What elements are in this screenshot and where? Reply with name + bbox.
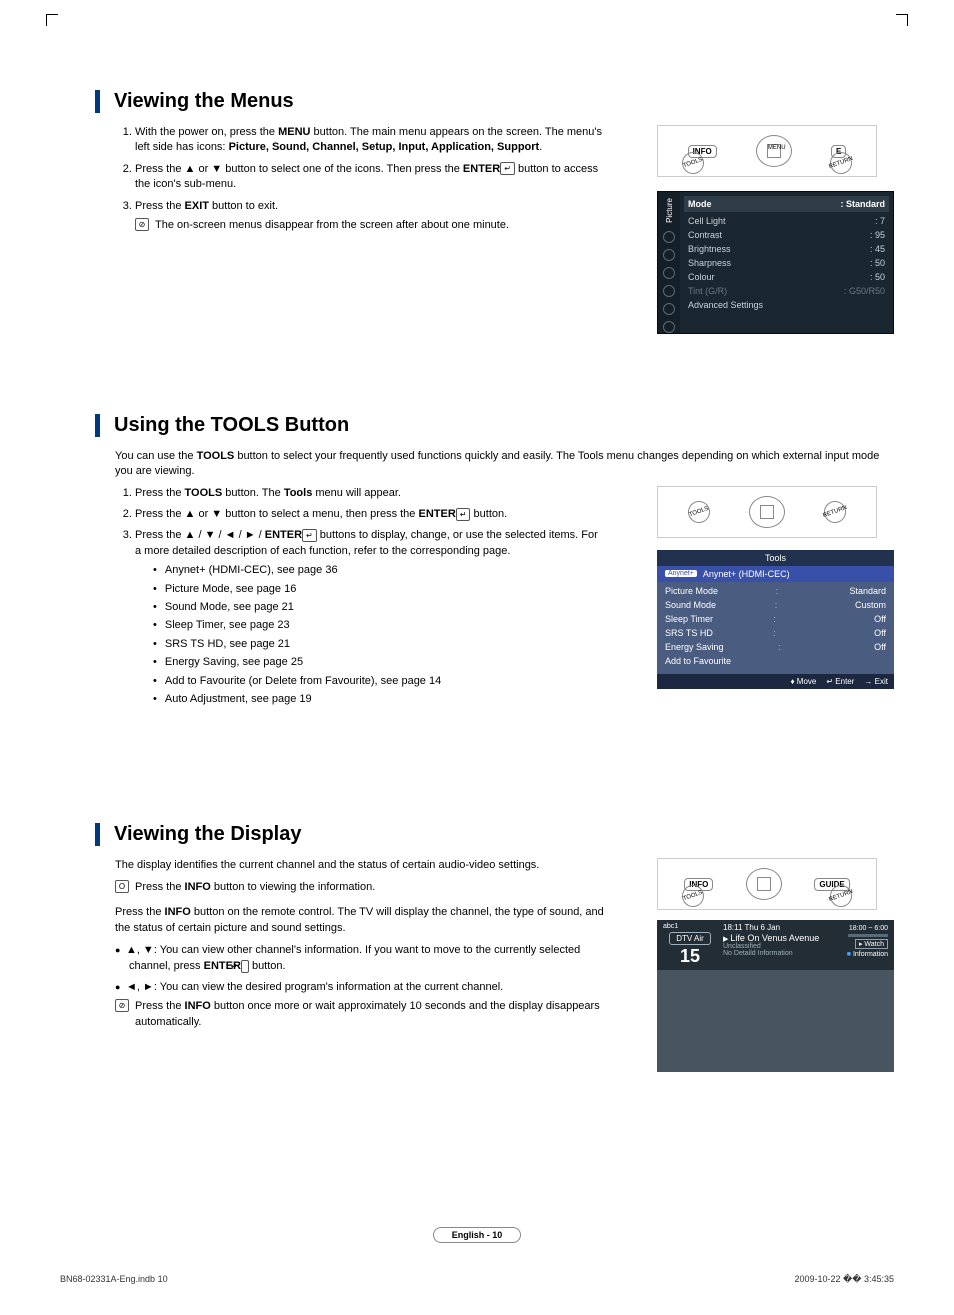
page-number-pill: English - 10 <box>433 1227 522 1243</box>
doc-timestamp: 2009-10-22 �� 3:45:35 <box>794 1274 894 1285</box>
action-icon: O <box>115 880 129 893</box>
picture-menu-row: Contrast: 95 <box>688 228 885 242</box>
info-watch-btn: ▸ Watch <box>855 939 888 949</box>
osd-tab-icon <box>663 303 675 315</box>
heading-display: Viewing the Display <box>114 823 894 846</box>
remote-dirpad <box>746 868 782 900</box>
section-viewing-display: Viewing the Display The display identifi… <box>95 823 894 1072</box>
info-program: Life On Venus Avenue <box>723 933 824 943</box>
info-ch-num: 15 <box>680 946 700 967</box>
s3-bullet1: ▲, ▼: You can view other channel's infor… <box>115 942 605 975</box>
picture-menu-row: Mode: Standard <box>684 196 889 212</box>
picture-menu-row: Advanced Settings <box>688 298 885 312</box>
remote-diagram-3: INFO GUIDE TOOLS RETURN <box>657 858 877 910</box>
tools-osd-menu: Tools Anynet+Anynet+ (HDMI-CEC) Picture … <box>657 550 894 689</box>
picture-tab-label: Picture <box>665 196 674 225</box>
s1-note: The on-screen menus disappear from the s… <box>155 218 509 233</box>
s3-note1: Press the INFO button to viewing the inf… <box>135 880 375 895</box>
s2-step2: Press the ▲ or ▼ button to select a menu… <box>135 507 605 522</box>
tools-menu-row: Energy Saving:Off <box>665 640 886 654</box>
info-ch-name: abc1 <box>663 923 678 930</box>
footer-exit: → Exit <box>864 677 888 686</box>
info-time-range: 18:00 ~ 6:00 <box>849 925 888 932</box>
info-osd-display: abc1 DTV Air 15 18:11 Thu 6 Jan Life On … <box>657 920 894 1072</box>
tools-bullet: Add to Favourite (or Delete from Favouri… <box>153 674 605 689</box>
footer-move: ♦ Move <box>790 677 816 686</box>
osd-tab-icon <box>663 285 675 297</box>
s1-step2: Press the ▲ or ▼ button to select one of… <box>135 162 605 193</box>
crop-mark-tl <box>46 14 58 26</box>
tools-bullet: Anynet+ (HDMI-CEC), see page 36 <box>153 563 605 578</box>
s1-step3: Press the EXIT button to exit. ⊘ The on-… <box>135 199 605 234</box>
s2-intro: You can use the TOOLS button to select y… <box>115 449 894 480</box>
enter-icon: ↵ <box>500 162 515 175</box>
s3-intro: The display identifies the current chann… <box>115 858 605 873</box>
heading-viewing-menus: Viewing the Menus <box>114 90 894 113</box>
picture-menu-row: Cell Light: 7 <box>688 214 885 228</box>
note-icon: ⊘ <box>135 218 149 231</box>
picture-menu-row: Brightness: 45 <box>688 242 885 256</box>
remote-diagram-1: INFO MENU E TOOLS RETURN <box>657 125 877 177</box>
tools-bullet: Sleep Timer, see page 23 <box>153 618 605 633</box>
tools-menu-row: Sound Mode:Custom <box>665 598 886 612</box>
tools-bullet: SRS TS HD, see page 21 <box>153 637 605 652</box>
tools-bullet: Auto Adjustment, see page 19 <box>153 692 605 707</box>
tools-menu-row: Add to Favourite <box>665 654 886 668</box>
enter-icon: ↵ <box>241 960 249 973</box>
tools-menu-row: Sleep Timer:Off <box>665 612 886 626</box>
tools-bullet: Energy Saving, see page 25 <box>153 655 605 670</box>
enter-icon: ↵ <box>302 529 317 542</box>
picture-osd-menu: Picture Mode: Standard Cell Light: 7Contr… <box>657 191 894 334</box>
enter-icon: ↵ <box>456 508 471 521</box>
tools-menu-row: Picture Mode:Standard <box>665 584 886 598</box>
remote-dirpad <box>749 496 785 528</box>
tools-menu-row: SRS TS HD:Off <box>665 626 886 640</box>
tools-bullet: Picture Mode, see page 16 <box>153 582 605 597</box>
tools-menu-title: Tools <box>657 550 894 566</box>
info-sub2: No Detaild Information <box>723 950 824 957</box>
info-datetime: 18:11 Thu 6 Jan <box>723 923 824 932</box>
s2-step3: Press the ▲ / ▼ / ◄ / ► / ENTER↵ buttons… <box>135 528 605 707</box>
heading-tools: Using the TOOLS Button <box>114 414 894 437</box>
section-tools-button: Using the TOOLS Button You can use the T… <box>95 414 894 713</box>
remote-diagram-2: TOOLS RETURN <box>657 486 877 538</box>
doc-ref: BN68-02331A-Eng.indb 10 <box>60 1274 168 1285</box>
osd-tab-icon <box>663 321 675 333</box>
remote-return-btn: RETURN <box>821 498 849 526</box>
picture-menu-row: Tint (G/R): G50/R50 <box>688 284 885 298</box>
s2-step1: Press the TOOLS button. The Tools menu w… <box>135 486 605 501</box>
s3-note2: Press the INFO button once more or wait … <box>135 999 605 1030</box>
remote-tools-btn: TOOLS <box>685 498 713 526</box>
picture-menu-row: Sharpness: 50 <box>688 256 885 270</box>
remote-dirpad: MENU <box>756 135 792 167</box>
osd-tab-icon <box>663 249 675 261</box>
osd-tab-icon <box>663 231 675 243</box>
s1-step1: With the power on, press the MENU button… <box>135 125 605 156</box>
s3-para: Press the INFO button on the remote cont… <box>115 905 605 936</box>
s3-bullet2: ◄, ►: You can view the desired program's… <box>115 979 605 996</box>
info-sub1: Unclassified <box>723 943 824 950</box>
info-information-label: ■ Information <box>847 951 888 958</box>
tools-menu-footer: ♦ Move ↵ Enter → Exit <box>657 674 894 689</box>
picture-menu-row: Colour: 50 <box>688 270 885 284</box>
note-icon: ⊘ <box>115 999 129 1012</box>
tools-bullet: Sound Mode, see page 21 <box>153 600 605 615</box>
tools-menu-highlight: Anynet+Anynet+ (HDMI-CEC) <box>657 566 894 582</box>
section-viewing-menus: Viewing the Menus With the power on, pre… <box>95 90 894 334</box>
info-progress-bar <box>848 934 888 937</box>
info-ch-type: DTV Air <box>669 932 711 945</box>
osd-tab-icon <box>663 267 675 279</box>
footer-enter: ↵ Enter <box>826 677 854 686</box>
crop-mark-tr <box>896 14 908 26</box>
